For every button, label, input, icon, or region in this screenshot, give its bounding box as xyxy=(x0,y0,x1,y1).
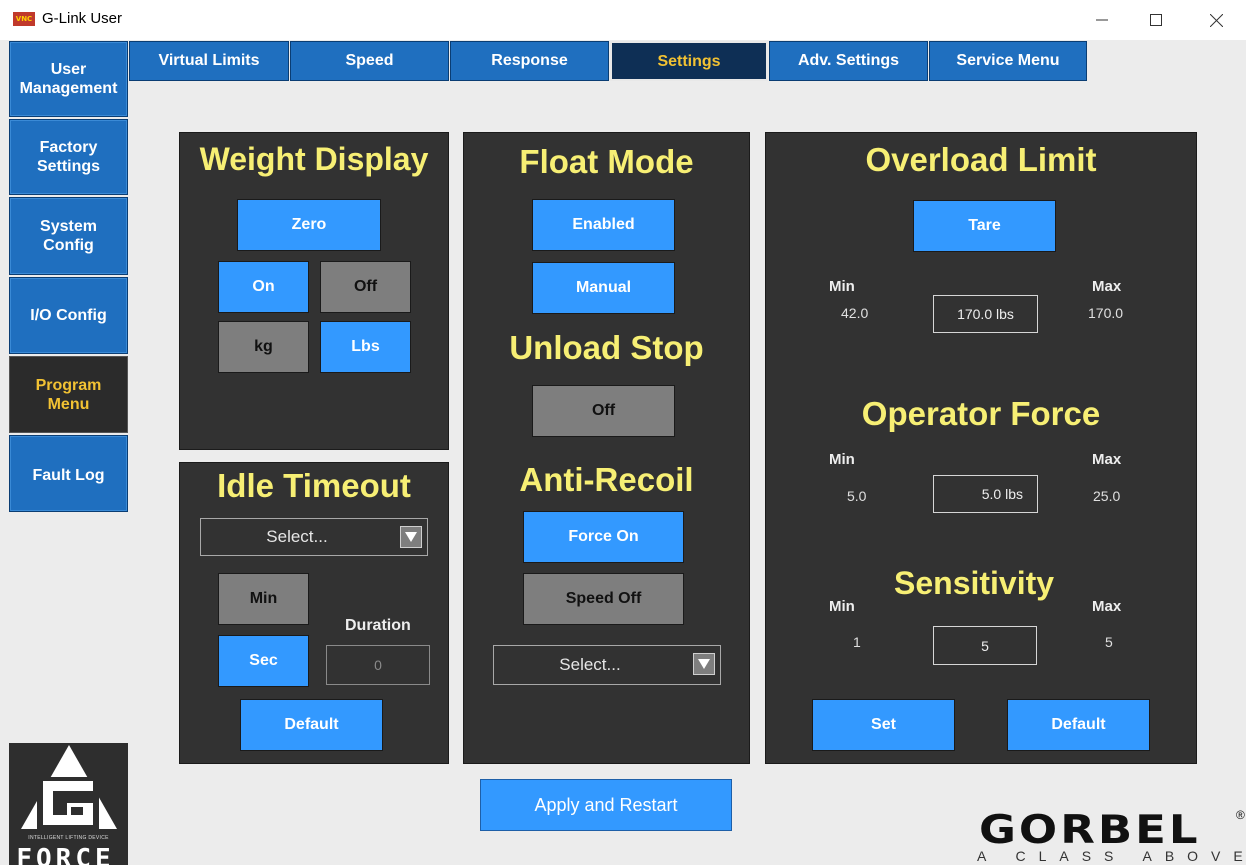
operator-force-min-label: Min xyxy=(829,451,855,468)
registered-mark: ® xyxy=(1236,808,1245,822)
gorbel-tagline: A CLASS ABOVE xyxy=(977,848,1246,864)
overload-limit-panel: Overload Limit Tare Min Max 42.0 170.0 1… xyxy=(765,132,1197,764)
tab-label: Service Menu xyxy=(956,52,1060,69)
maximize-button[interactable] xyxy=(1136,6,1176,34)
tare-button[interactable]: Tare xyxy=(913,200,1056,252)
idle-default-button[interactable]: Default xyxy=(240,699,383,751)
sensitivity-min-value: 1 xyxy=(853,634,861,650)
anti-recoil-select[interactable]: Select... xyxy=(493,645,721,685)
overload-min-value: 42.0 xyxy=(841,305,869,321)
nav-label: User Management xyxy=(19,61,118,97)
idle-timeout-title: Idle Timeout xyxy=(217,467,411,504)
nav-io-config[interactable]: I/O Config xyxy=(9,277,128,354)
float-mode-title: Float Mode xyxy=(519,143,694,180)
gorbel-logo: GORBEL ® A CLASS ABOVE xyxy=(973,806,1246,865)
gforce-text: FORCE xyxy=(16,844,115,865)
float-mode-panel: Float Mode Enabled Manual Unload Stop Of… xyxy=(463,132,750,764)
set-button[interactable]: Set xyxy=(812,699,955,751)
tab-virtual-limits[interactable]: Virtual Limits xyxy=(129,41,289,81)
sensitivity-min-label: Min xyxy=(829,598,855,615)
nav-system-config[interactable]: System Config xyxy=(9,197,128,275)
unload-stop-off-button[interactable]: Off xyxy=(532,385,675,437)
apply-and-restart-button[interactable]: Apply and Restart xyxy=(480,779,732,831)
nav-fault-log[interactable]: Fault Log xyxy=(9,435,128,512)
gforce-logo: INTELLIGENT LIFTING DEVICE FORCE xyxy=(9,743,128,865)
operator-force-title: Operator Force xyxy=(861,395,1101,432)
select-value: Select... xyxy=(559,655,621,674)
tab-response[interactable]: Response xyxy=(450,41,609,81)
nav-label: Program Menu xyxy=(35,376,102,413)
tab-label: Virtual Limits xyxy=(158,52,260,69)
weight-display-title: Weight Display xyxy=(199,141,429,177)
nav-label: I/O Config xyxy=(30,307,107,324)
app-icon: VNC xyxy=(13,12,35,26)
weight-on-button[interactable]: On xyxy=(218,261,309,313)
duration-field[interactable]: 0 xyxy=(326,645,430,685)
unload-stop-title: Unload Stop xyxy=(509,329,704,366)
duration-label: Duration xyxy=(345,617,411,634)
sec-unit-button[interactable]: Sec xyxy=(218,635,309,687)
tab-speed[interactable]: Speed xyxy=(290,41,449,81)
overload-limit-title: Overload Limit xyxy=(865,141,1097,178)
window-titlebar: VNC G-Link User xyxy=(0,0,1246,40)
overload-max-label: Max xyxy=(1092,278,1122,295)
nav-factory-settings[interactable]: Factory Settings xyxy=(9,119,128,195)
sensitivity-max-value: 5 xyxy=(1105,634,1113,650)
kg-button[interactable]: kg xyxy=(218,321,309,373)
close-button[interactable] xyxy=(1196,6,1236,34)
weight-display-panel: Weight Display Zero On Off kg Lbs xyxy=(179,132,449,450)
min-unit-button[interactable]: Min xyxy=(218,573,309,625)
tab-label: Speed xyxy=(345,52,394,69)
chevron-down-icon[interactable] xyxy=(693,653,715,675)
gforce-tagline: INTELLIGENT LIFTING DEVICE xyxy=(28,835,109,841)
nav-user-management[interactable]: User Management xyxy=(9,41,128,117)
operator-force-min-value: 5.0 xyxy=(847,488,867,504)
float-manual-button[interactable]: Manual xyxy=(532,262,675,314)
overload-min-label: Min xyxy=(829,278,855,295)
chevron-down-icon[interactable] xyxy=(400,526,422,548)
speed-off-button[interactable]: Speed Off xyxy=(523,573,684,625)
tab-label: Response xyxy=(491,52,568,69)
overload-max-value: 170.0 xyxy=(1088,305,1124,321)
nav-label: Fault Log xyxy=(32,467,105,484)
nav-program-menu[interactable]: Program Menu xyxy=(9,356,128,433)
overload-limit-field[interactable]: 170.0 lbs xyxy=(933,295,1038,333)
close-icon xyxy=(1209,13,1223,27)
zero-button[interactable]: Zero xyxy=(237,199,381,251)
weight-off-button[interactable]: Off xyxy=(320,261,411,313)
sensitivity-max-label: Max xyxy=(1092,598,1122,615)
sensitivity-field[interactable]: 5 xyxy=(933,626,1037,665)
nav-label: System Config xyxy=(40,218,97,254)
operator-force-max-label: Max xyxy=(1092,451,1122,468)
operator-force-max-value: 25.0 xyxy=(1093,488,1121,504)
sensitivity-title: Sensitivity xyxy=(894,565,1055,601)
idle-timeout-panel: Idle Timeout Select... Min Sec Duration … xyxy=(179,462,449,764)
tab-settings[interactable]: Settings xyxy=(610,41,768,81)
tab-label: Adv. Settings xyxy=(797,52,900,69)
nav-label: Factory Settings xyxy=(36,139,101,175)
window-title: G-Link User xyxy=(42,10,123,27)
tab-label: Settings xyxy=(657,53,721,70)
select-value: Select... xyxy=(266,527,328,546)
sensitivity-default-button[interactable]: Default xyxy=(1007,699,1150,751)
minimize-icon xyxy=(1096,19,1108,21)
operator-force-field[interactable]: 5.0 lbs xyxy=(933,475,1038,513)
maximize-icon xyxy=(1150,14,1162,26)
idle-timeout-select[interactable]: Select... xyxy=(200,518,428,556)
tab-service-menu[interactable]: Service Menu xyxy=(929,41,1087,81)
gorbel-wordmark: GORBEL xyxy=(979,806,1201,853)
float-enabled-button[interactable]: Enabled xyxy=(532,199,675,251)
lbs-button[interactable]: Lbs xyxy=(320,321,411,373)
force-on-button[interactable]: Force On xyxy=(523,511,684,563)
tab-adv-settings[interactable]: Adv. Settings xyxy=(769,41,928,81)
anti-recoil-title: Anti-Recoil xyxy=(519,461,694,498)
minimize-button[interactable] xyxy=(1082,6,1122,34)
